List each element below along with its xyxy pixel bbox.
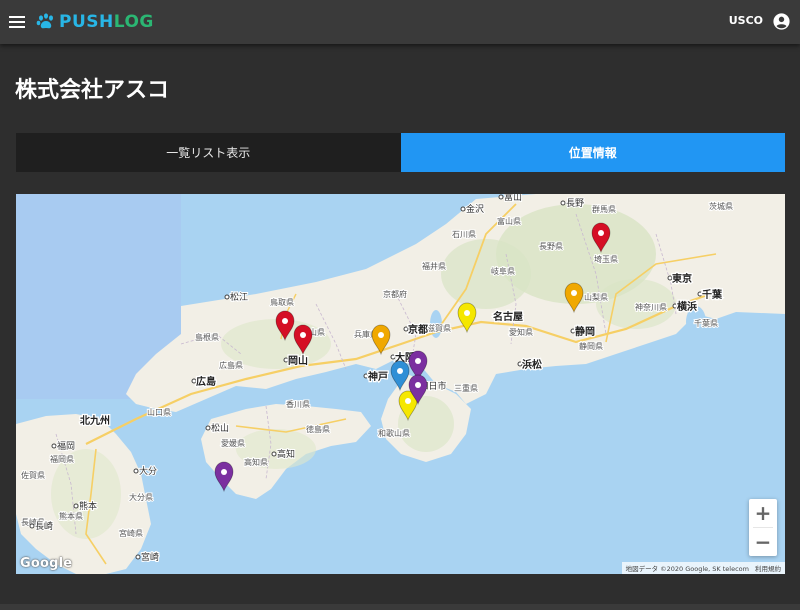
prefecture-label: 島根県	[195, 332, 219, 342]
prefecture-label: 徳島県	[306, 424, 330, 434]
city-label: 長崎	[35, 520, 53, 532]
prefecture-label: 山梨県	[584, 292, 608, 302]
city-label: 松山	[211, 422, 229, 434]
page-title: 株式会社アスコ	[15, 78, 170, 103]
city-marker	[460, 206, 466, 212]
prefecture-label: 鳥取県	[270, 297, 294, 307]
city-label: 宮崎	[141, 551, 159, 563]
major-city-label: 静岡	[575, 325, 595, 338]
prefecture-label: 千葉県	[694, 318, 718, 328]
prefecture-label: 三重県	[454, 383, 478, 393]
city-marker	[224, 294, 230, 300]
prefecture-label: 群馬県	[592, 204, 616, 214]
prefecture-label: 熊本県	[59, 511, 83, 521]
city-marker	[29, 523, 35, 529]
major-city-label: 名古屋	[493, 310, 523, 323]
bottom-bar	[0, 604, 800, 610]
zoom-in-button[interactable]: +	[749, 499, 777, 527]
city-marker	[73, 503, 79, 509]
map-canvas[interactable]: 石川県 富山県長野県 群馬県 茨城県埼玉県山梨県神奈川県千葉県静岡県 愛知県 岐阜県 福井県…	[16, 194, 785, 574]
terms-link[interactable]: 利用規約	[755, 563, 781, 573]
city-marker	[51, 443, 57, 449]
prefecture-label: 広島県	[219, 360, 243, 370]
major-city-label: 北九州	[80, 414, 110, 427]
prefecture-label: 佐賀県	[21, 470, 45, 480]
city-marker	[135, 554, 141, 560]
prefecture-label: 高知県	[244, 457, 268, 467]
tab-list-view[interactable]: 一覧リスト表示	[16, 133, 401, 172]
prefecture-label: 愛知県	[509, 327, 533, 337]
city-label: 富山	[504, 194, 522, 203]
major-city-label: 広島	[196, 375, 216, 388]
prefecture-label: 福岡県	[50, 455, 74, 464]
prefecture-label: 京都府	[383, 289, 407, 299]
city-marker	[498, 194, 504, 200]
menu-icon[interactable]	[9, 13, 25, 31]
city-label: 高知	[277, 448, 295, 460]
major-city-label: 神戸	[368, 370, 388, 383]
zoom-control: + −	[749, 499, 777, 556]
prefecture-label: 大分県	[129, 492, 153, 502]
major-city-label: 千葉	[702, 288, 723, 301]
major-city-label: 東京	[672, 272, 692, 285]
prefecture-label: 愛媛県	[221, 438, 245, 448]
city-label: 金沢	[466, 203, 484, 215]
prefecture-label: 長野県	[539, 242, 563, 251]
city-marker	[205, 425, 211, 431]
attribution-text: 地図データ ©2020 Google, SK telecom	[625, 565, 749, 573]
city-label: 福岡	[57, 440, 75, 452]
city-label: 長野	[566, 198, 584, 209]
prefecture-label: 神奈川県	[635, 302, 667, 312]
city-label: 大分	[139, 465, 157, 477]
app-logo[interactable]: PUSHLOG	[36, 11, 154, 33]
account-icon[interactable]	[773, 13, 790, 30]
major-city-label: 横浜	[677, 300, 697, 313]
prefecture-label: 山口県	[147, 407, 171, 417]
major-city-label: 京都	[408, 323, 428, 336]
paw-icon	[36, 13, 53, 29]
logo-text-log: LOG	[113, 12, 154, 32]
user-name[interactable]: USCO	[729, 14, 763, 27]
city-marker	[133, 468, 139, 474]
prefecture-label: 滋賀県	[427, 323, 451, 333]
prefecture-label: 石川県	[452, 230, 476, 239]
tab-location[interactable]: 位置情報	[400, 133, 785, 172]
zoom-out-button[interactable]: −	[749, 528, 777, 556]
view-tabs: 一覧リスト表示 位置情報	[16, 133, 785, 172]
city-label: 熊本	[79, 500, 97, 512]
city-marker	[271, 451, 277, 457]
map-attribution: 地図データ ©2020 Google, SK telecom 利用規約	[621, 562, 785, 574]
prefecture-label: 静岡県	[579, 341, 603, 351]
prefecture-label: 埼玉県	[594, 254, 618, 264]
prefecture-label: 茨城県	[709, 201, 733, 211]
prefecture-label: 香川県	[286, 399, 310, 409]
google-logo[interactable]: Google	[20, 556, 72, 571]
prefecture-label: 富山県	[497, 216, 521, 226]
map-view[interactable]: 石川県 富山県長野県 群馬県 茨城県埼玉県山梨県神奈川県千葉県静岡県 愛知県 岐阜県 福井県…	[16, 194, 785, 574]
prefecture-label: 福井県	[422, 261, 446, 271]
prefecture-label: 和歌山県	[378, 428, 410, 438]
major-city-label: 浜松	[522, 358, 542, 371]
city-marker	[560, 200, 566, 206]
prefecture-label: 宮崎県	[119, 528, 143, 538]
prefecture-label: 岐阜県	[491, 266, 515, 276]
city-label: 松江	[230, 291, 248, 303]
top-bar: PUSHLOG USCO	[0, 0, 800, 44]
logo-text-push: PUSH	[59, 12, 114, 32]
major-city-label: 岡山	[288, 354, 308, 367]
